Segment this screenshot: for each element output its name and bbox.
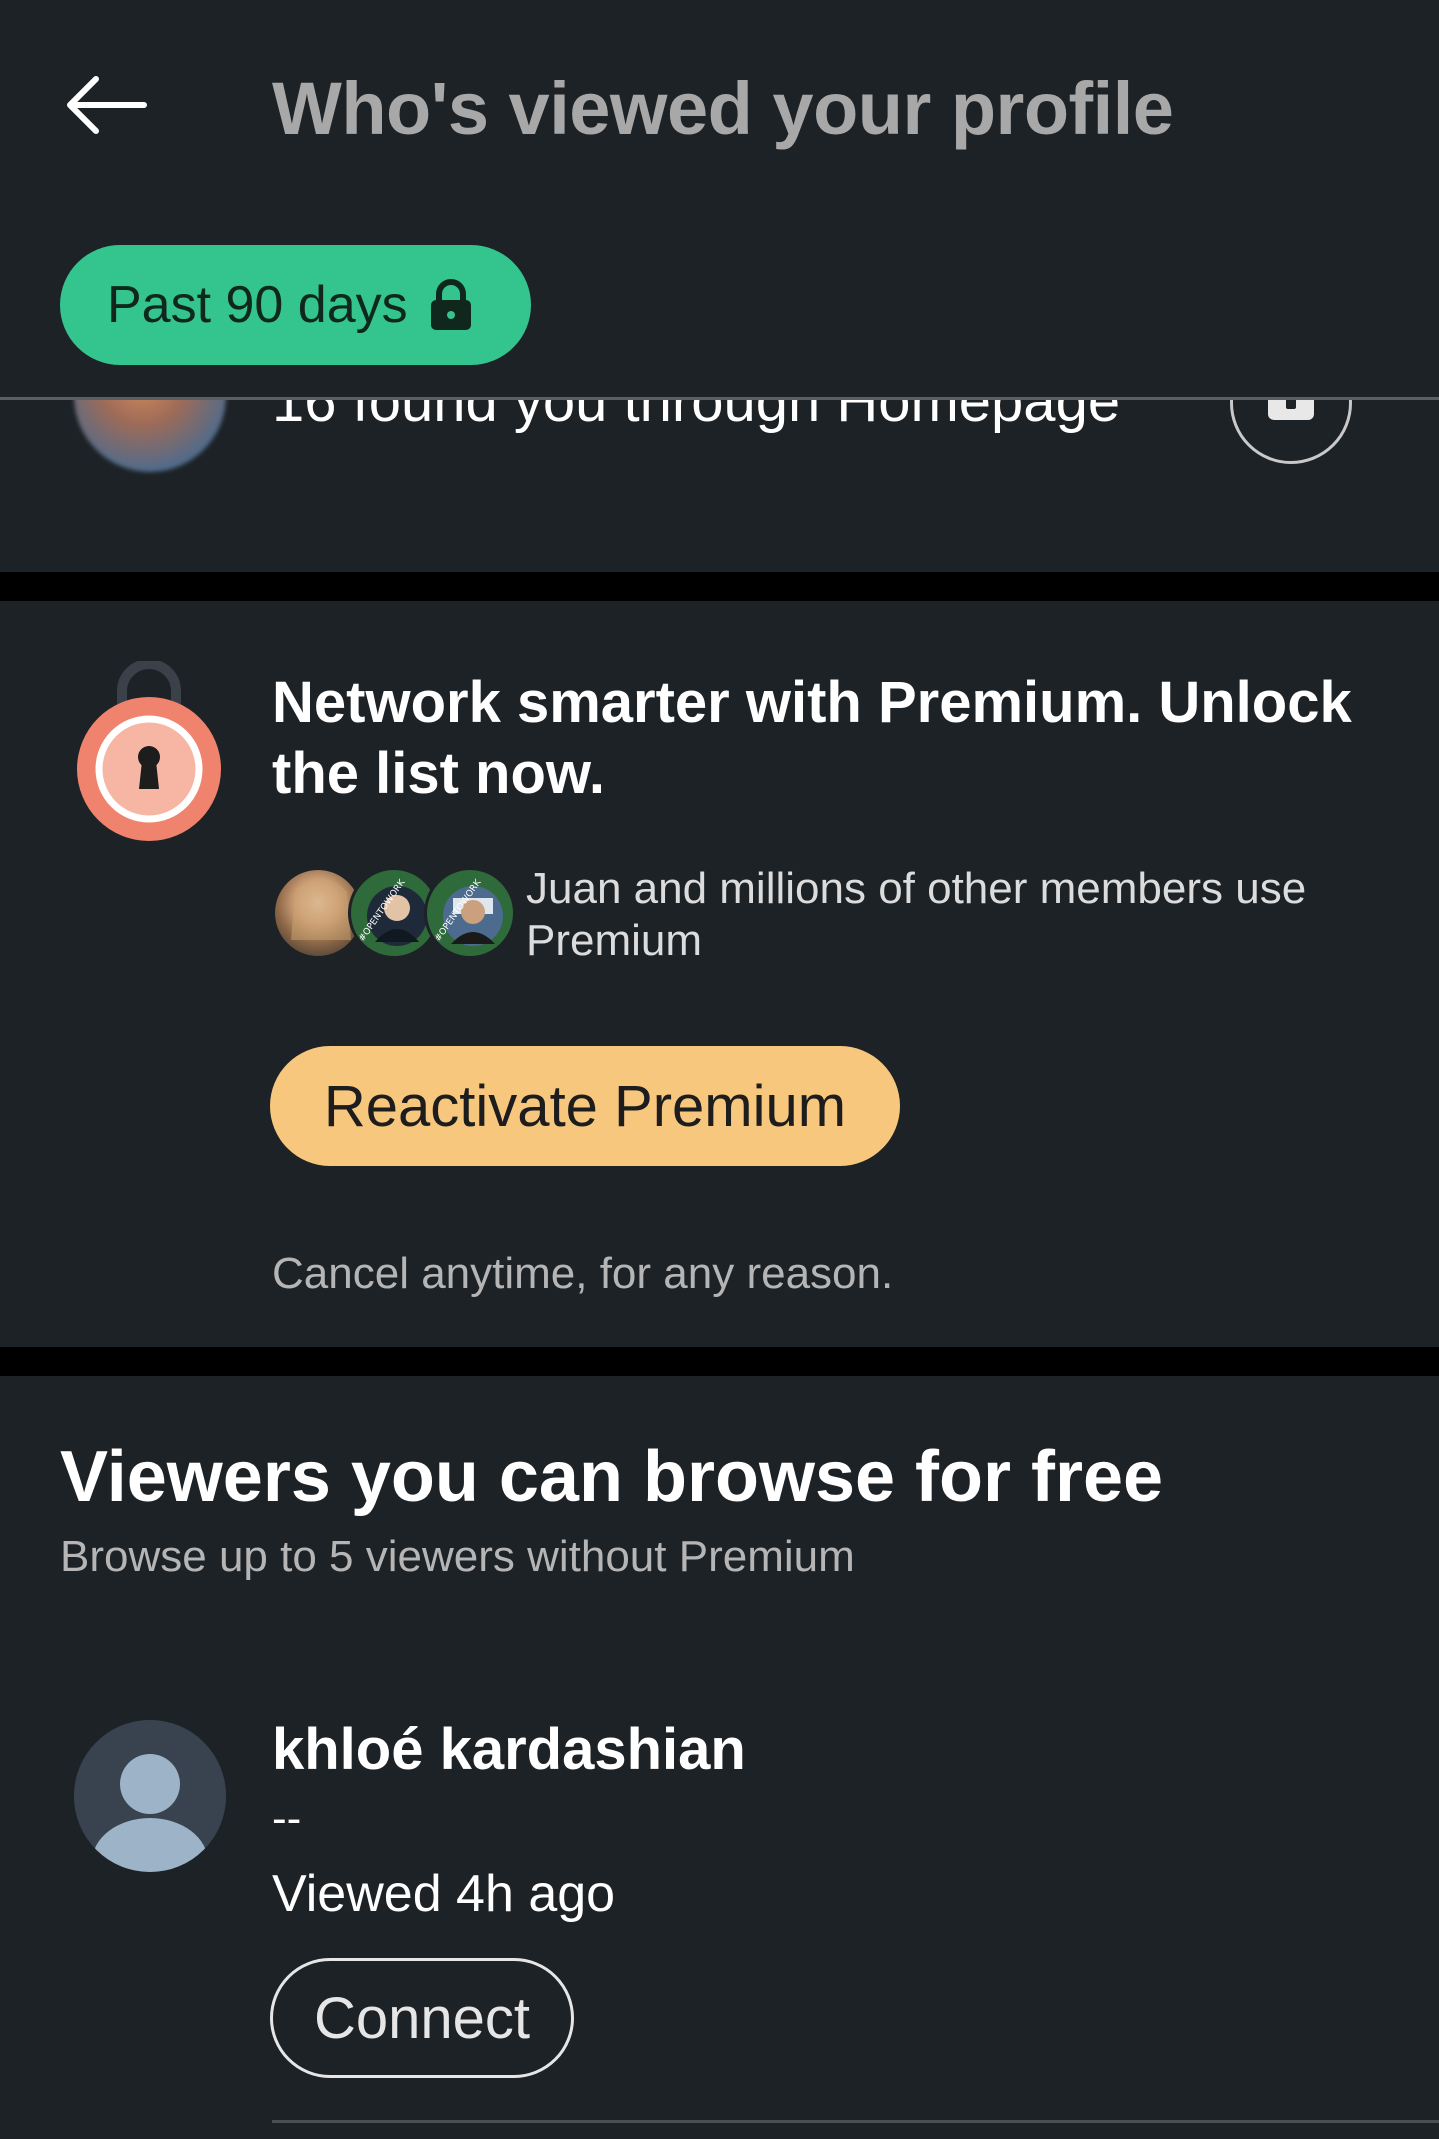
section-divider <box>0 572 1439 601</box>
free-viewers-section: Viewers you can browse for free Browse u… <box>0 1376 1439 2139</box>
default-avatar-icon[interactable] <box>74 1720 226 1872</box>
section-subtitle: Browse up to 5 viewers without Premium <box>60 1532 855 1581</box>
found-through-text: 16 found you through Homepage <box>272 400 1121 434</box>
cancel-anytime-text: Cancel anytime, for any reason. <box>272 1249 894 1298</box>
back-button[interactable] <box>50 60 160 150</box>
connect-button[interactable]: Connect <box>270 1958 574 2078</box>
filter-label: Past 90 days <box>107 276 408 334</box>
reactivate-premium-button[interactable]: Reactivate Premium <box>270 1046 900 1166</box>
time-range-filter[interactable]: Past 90 days <box>60 245 531 365</box>
section-divider <box>0 1347 1439 1376</box>
divider <box>272 2120 1439 2123</box>
arrow-left-icon <box>67 76 147 134</box>
members-social-proof: Juan and millions of other members use P… <box>526 864 1307 965</box>
padlock-icon <box>76 659 222 848</box>
top-bar: Who's viewed your profile <box>0 0 1439 220</box>
viewed-time: Viewed 4h ago <box>272 1865 616 1923</box>
found-through-row[interactable]: 16 found you through Homepage <box>0 400 1439 572</box>
viewer-headline: -- <box>272 1794 302 1843</box>
member-avatar-stack: #OPENTOWORK #OPENTOWORK <box>272 867 516 961</box>
premium-headline: Network smarter with Premium. Unlock the… <box>272 670 1352 806</box>
premium-upsell-card: Network smarter with Premium. Unlock the… <box>0 601 1439 1347</box>
page: Who's viewed your profile Past 90 days 1… <box>0 0 1439 2139</box>
lock-icon <box>1268 400 1314 420</box>
viewer-name[interactable]: khloé kardashian <box>272 1716 746 1783</box>
lock-icon <box>428 278 474 332</box>
avatar: #OPENTOWORK <box>424 867 516 959</box>
locked-row-button[interactable] <box>1230 400 1352 464</box>
blurred-avatar <box>74 400 226 472</box>
section-title: Viewers you can browse for free <box>60 1437 1164 1517</box>
page-title: Who's viewed your profile <box>272 67 1174 150</box>
